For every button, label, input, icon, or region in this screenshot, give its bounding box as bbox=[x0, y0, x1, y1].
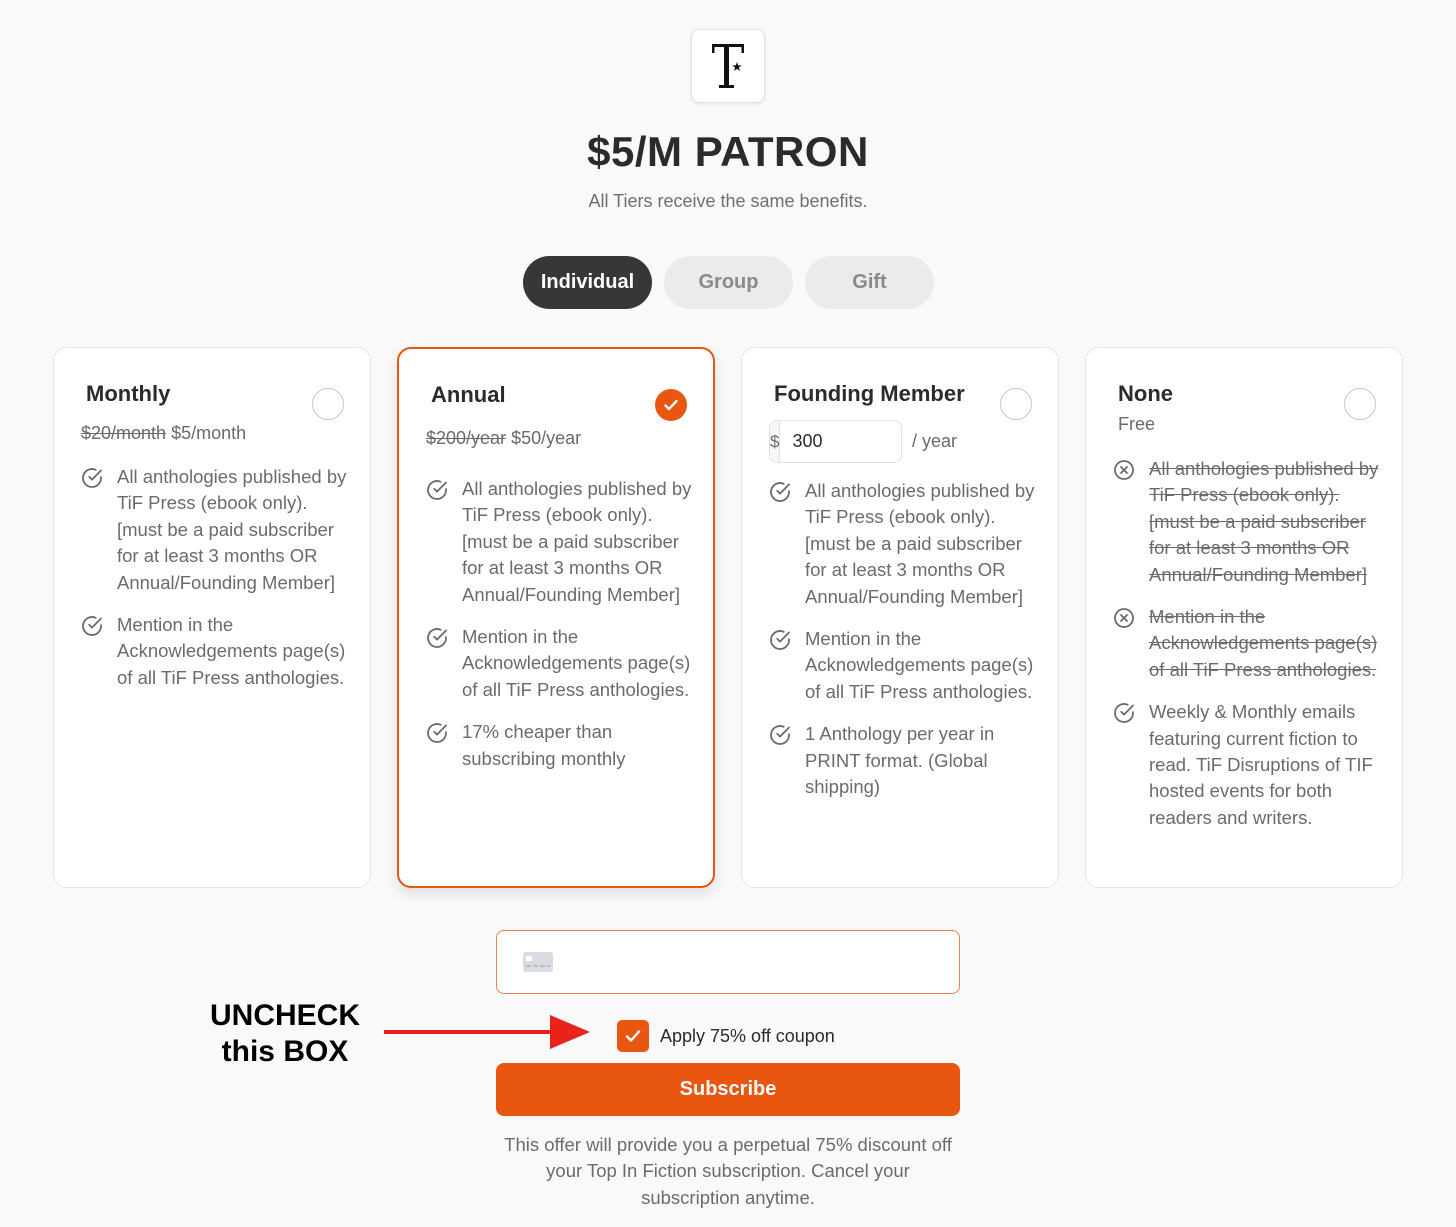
feature-list: All anthologies published by TiF Press (… bbox=[80, 464, 356, 707]
check-circle-icon bbox=[770, 630, 790, 650]
feature-text: Mention in the Acknowledgements page(s) … bbox=[805, 628, 1034, 702]
annotation-arrow-icon bbox=[384, 1015, 590, 1049]
currency-prefix: $ bbox=[770, 421, 781, 462]
subscribe-button[interactable]: Subscribe bbox=[496, 1063, 960, 1116]
tab-gift[interactable]: Gift bbox=[805, 256, 934, 309]
publication-logo bbox=[691, 29, 765, 103]
feature-item: Weekly & Monthly emails featuring curren… bbox=[1112, 699, 1388, 831]
credit-card-icon bbox=[523, 952, 553, 972]
tab-group[interactable]: Group bbox=[664, 256, 793, 309]
amount-field: $ bbox=[769, 420, 902, 463]
current-price: $50/year bbox=[511, 428, 582, 448]
feature-text: 1 Anthology per year in PRINT format. (G… bbox=[805, 723, 995, 798]
feature-text: All anthologies published by TiF Press (… bbox=[805, 480, 1035, 607]
feature-list: All anthologies published by TiF Press (… bbox=[425, 476, 699, 788]
annotation-line-2: this BOX bbox=[221, 1035, 349, 1068]
feature-item-excluded: Mention in the Acknowledgements page(s) … bbox=[1112, 604, 1388, 683]
plan-price: Free bbox=[1118, 414, 1155, 435]
coupon-checkbox[interactable] bbox=[617, 1020, 649, 1052]
plan-title: Monthly bbox=[86, 381, 171, 406]
check-circle-icon bbox=[427, 723, 447, 744]
coupon-row: Apply 75% off coupon bbox=[617, 1020, 835, 1052]
old-price: $20/month bbox=[81, 423, 167, 443]
page-title: $5/M PATRON bbox=[587, 128, 869, 175]
check-circle-icon bbox=[770, 725, 790, 746]
plan-card-founding-member[interactable]: Founding Member $ / year All anthologies… bbox=[741, 347, 1059, 888]
feature-item: All anthologies published by TiF Press (… bbox=[80, 464, 356, 596]
feature-text: Mention in the Acknowledgements page(s) … bbox=[117, 614, 346, 688]
feature-item: 17% cheaper than subscribing monthly bbox=[425, 719, 699, 772]
feature-item: 1 Anthology per year in PRINT format. (G… bbox=[768, 721, 1044, 800]
amount-suffix: / year bbox=[912, 431, 958, 451]
founding-amount-input[interactable] bbox=[780, 421, 901, 462]
plan-title: Annual bbox=[431, 382, 506, 407]
feature-text: Weekly & Monthly emails featuring curren… bbox=[1149, 701, 1373, 828]
feature-text: Mention in the Acknowledgements page(s) … bbox=[1149, 606, 1378, 680]
feature-text: Mention in the Acknowledgements page(s) … bbox=[462, 626, 691, 700]
tab-individual[interactable]: Individual bbox=[523, 256, 652, 309]
feature-list: All anthologies published by TiF Press (… bbox=[1112, 456, 1388, 847]
plan-radio-none[interactable] bbox=[1344, 388, 1376, 420]
feature-text: 17% cheaper than subscribing monthly bbox=[462, 721, 626, 769]
check-circle-icon bbox=[1114, 703, 1134, 724]
check-circle-icon bbox=[770, 482, 790, 502]
plan-price: $200/year $50/year bbox=[426, 428, 581, 449]
feature-item-excluded: All anthologies published by TiF Press (… bbox=[1112, 456, 1388, 588]
custom-amount-row: $ / year bbox=[769, 420, 957, 463]
feature-list: All anthologies published by TiF Press (… bbox=[768, 478, 1044, 816]
annotation-line-1: UNCHECK bbox=[210, 999, 360, 1032]
plan-radio-annual[interactable] bbox=[655, 389, 687, 421]
annotation-label: UNCHECK this BOX bbox=[200, 998, 370, 1070]
page-subtitle: All Tiers receive the same benefits. bbox=[588, 191, 868, 211]
checkmark-icon bbox=[625, 1030, 641, 1042]
feature-text: All anthologies published by TiF Press (… bbox=[462, 478, 692, 605]
checkmark-icon bbox=[664, 399, 678, 411]
check-circle-icon bbox=[82, 616, 102, 636]
x-circle-icon bbox=[1114, 460, 1134, 480]
x-circle-icon bbox=[1114, 608, 1134, 628]
plan-type-tabs: Individual Group Gift bbox=[523, 256, 934, 309]
plan-radio-monthly[interactable] bbox=[312, 388, 344, 420]
current-price: Free bbox=[1118, 414, 1156, 434]
current-price: $5/month bbox=[171, 423, 247, 443]
plan-radio-founding-member[interactable] bbox=[1000, 388, 1032, 420]
feature-item: Mention in the Acknowledgements page(s) … bbox=[425, 624, 699, 703]
old-price: $200/year bbox=[426, 428, 507, 448]
feature-item: All anthologies published by TiF Press (… bbox=[425, 476, 699, 608]
plan-card-annual[interactable]: Annual $200/year $50/year All anthologie… bbox=[397, 347, 715, 888]
feature-item: Mention in the Acknowledgements page(s) … bbox=[768, 626, 1044, 705]
offer-footnote: This offer will provide you a perpetual … bbox=[504, 1134, 952, 1208]
feature-item: All anthologies published by TiF Press (… bbox=[768, 478, 1044, 610]
check-circle-icon bbox=[427, 480, 447, 500]
check-circle-icon bbox=[427, 628, 447, 648]
plan-price: $20/month $5/month bbox=[81, 423, 246, 444]
coupon-label: Apply 75% off coupon bbox=[660, 1025, 835, 1046]
logo-t-star-icon bbox=[712, 44, 744, 88]
feature-item: Mention in the Acknowledgements page(s) … bbox=[80, 612, 356, 691]
feature-text: All anthologies published by TiF Press (… bbox=[1149, 458, 1379, 585]
feature-text: All anthologies published by TiF Press (… bbox=[117, 466, 347, 593]
plan-title: None bbox=[1118, 381, 1173, 406]
check-circle-icon bbox=[82, 468, 102, 488]
plan-card-monthly[interactable]: Monthly $20/month $5/month All anthologi… bbox=[53, 347, 371, 888]
card-payment-input[interactable] bbox=[496, 930, 960, 994]
plan-title: Founding Member bbox=[774, 381, 965, 406]
plan-card-none[interactable]: None Free All anthologies published by T… bbox=[1085, 347, 1403, 888]
